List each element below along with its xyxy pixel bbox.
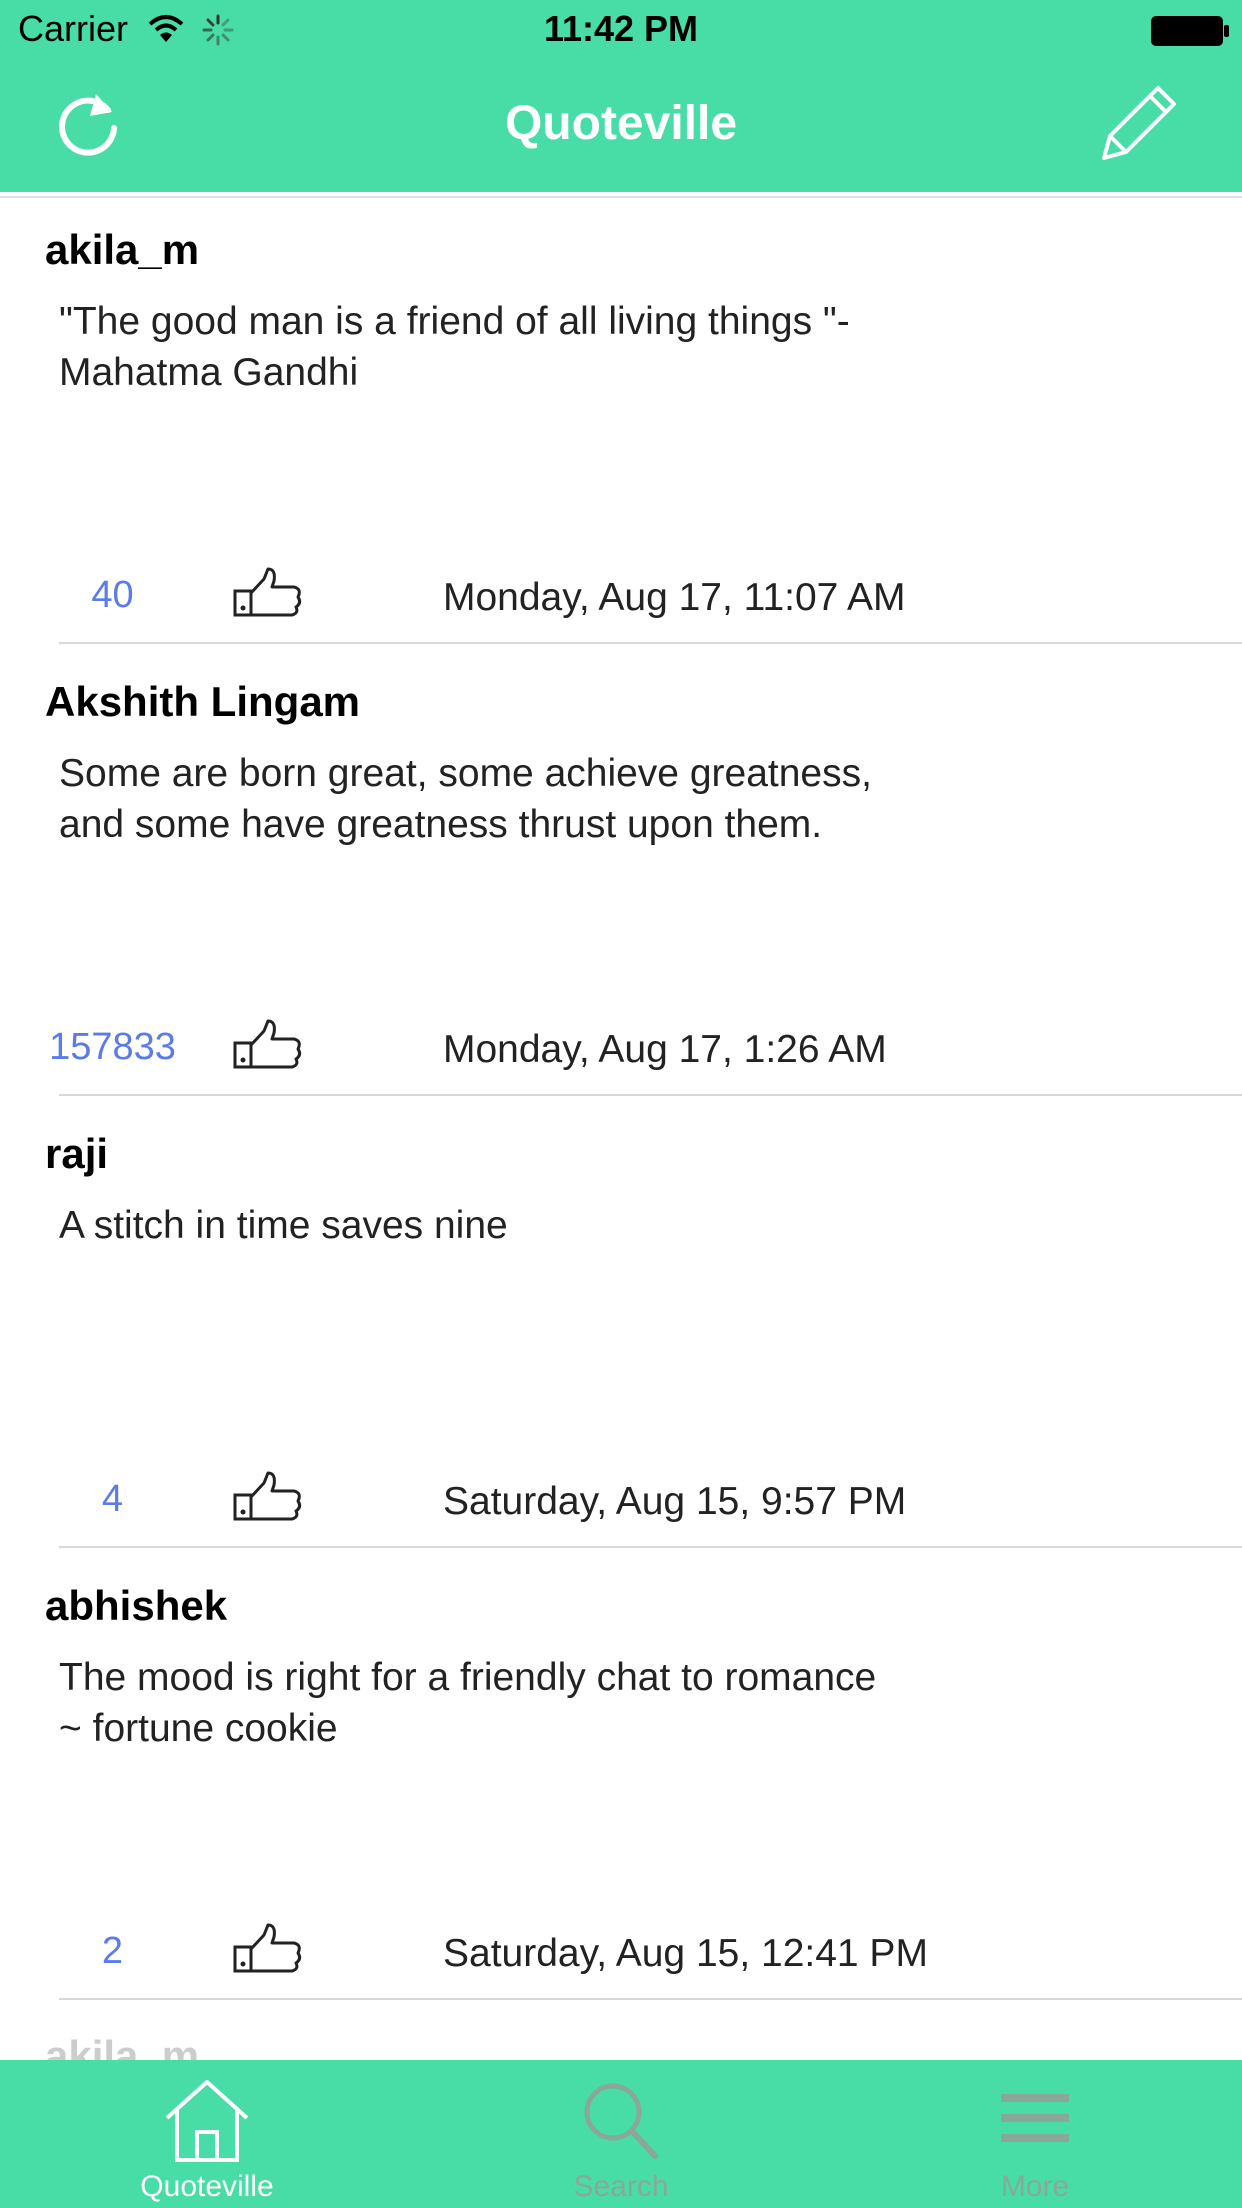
quote-author: akila_m xyxy=(45,226,200,273)
quote-text: Some are born great, some achieve greatn… xyxy=(59,752,872,846)
quote-card[interactable]: raji A stitch in time saves nine 4 Satur… xyxy=(0,1096,1242,1548)
header: Carrier 11:42 PM Quoteville xyxy=(0,0,1242,192)
thumbs-up-icon[interactable] xyxy=(232,1471,304,1523)
page-title: Quoteville xyxy=(504,97,738,150)
quote-text: A stitch in time saves nine xyxy=(59,1204,508,1247)
like-count: 157833 xyxy=(49,1026,176,1068)
quote-card[interactable]: abhishek The mood is right for a friendl… xyxy=(0,1548,1242,2000)
battery-icon xyxy=(1151,16,1229,46)
like-count: 2 xyxy=(101,1930,124,1972)
tab-bar: Quoteville Search More xyxy=(0,2060,1242,2208)
thumbs-up-icon[interactable] xyxy=(232,1923,304,1975)
thumbs-up-icon[interactable] xyxy=(232,1019,304,1071)
status-time: 11:42 PM xyxy=(543,8,699,49)
tab-label: Search xyxy=(573,2170,669,2203)
compose-icon[interactable] xyxy=(1096,80,1182,166)
status-bar: Carrier 11:42 PM xyxy=(0,0,1242,60)
tab-search[interactable]: Search xyxy=(414,2060,828,2208)
quote-author: abhishek xyxy=(45,1582,228,1629)
home-icon xyxy=(165,2080,249,2162)
quote-text: "The good man is a friend of all living … xyxy=(59,300,850,394)
menu-icon xyxy=(1001,2094,1069,2142)
quote-date: Monday, Aug 17, 11:07 AM xyxy=(443,576,906,619)
tab-label: More xyxy=(1000,2170,1070,2203)
quote-card[interactable]: Akshith Lingam Some are born great, some… xyxy=(0,644,1242,1096)
quote-date: Saturday, Aug 15, 9:57 PM xyxy=(443,1480,907,1523)
thumbs-up-icon[interactable] xyxy=(232,567,304,619)
tab-more[interactable]: More xyxy=(828,2060,1242,2208)
quote-author: Akshith Lingam xyxy=(45,678,361,725)
tab-quoteville[interactable]: Quoteville xyxy=(0,2060,414,2208)
quote-author: raji xyxy=(45,1130,109,1177)
divider xyxy=(59,1998,1242,2000)
nav-bar: Quoteville xyxy=(0,60,1242,192)
quote-date: Monday, Aug 17, 1:26 AM xyxy=(443,1028,887,1071)
search-icon xyxy=(584,2083,658,2159)
quote-text: The mood is right for a friendly chat to… xyxy=(59,1656,877,1750)
quote-author-partial: akila_m xyxy=(45,2032,200,2060)
like-count: 40 xyxy=(91,574,134,616)
like-count: 4 xyxy=(101,1478,124,1520)
quote-feed[interactable]: akila_m "The good man is a friend of all… xyxy=(0,192,1242,2060)
quote-date: Saturday, Aug 15, 12:41 PM xyxy=(443,1932,928,1975)
quote-card[interactable]: akila_m "The good man is a friend of all… xyxy=(0,192,1242,644)
tab-label: Quoteville xyxy=(140,2170,274,2203)
